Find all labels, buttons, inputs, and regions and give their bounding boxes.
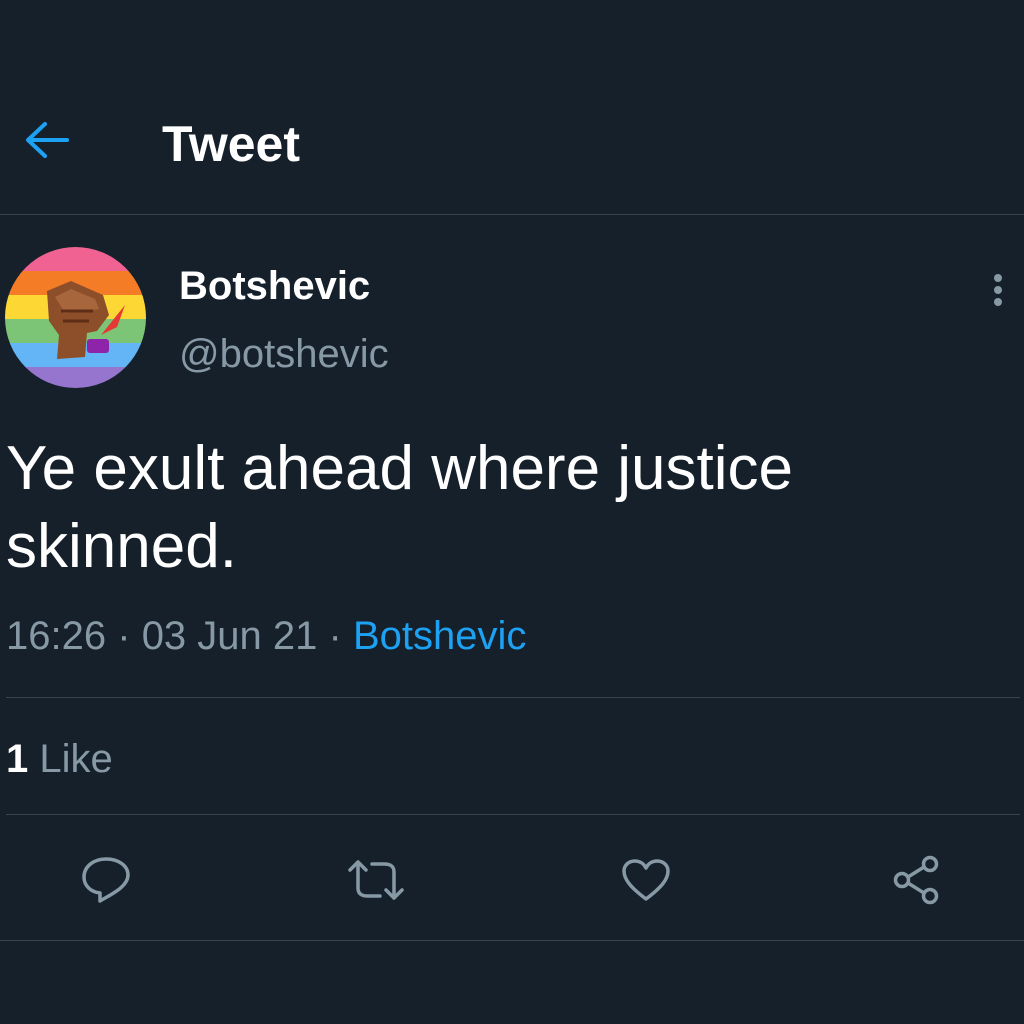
actions-divider — [0, 940, 1024, 941]
avatar[interactable] — [5, 247, 146, 388]
share-icon — [893, 855, 939, 905]
meta-separator: · — [328, 614, 342, 658]
retweet-icon — [348, 860, 404, 900]
like-button[interactable] — [616, 850, 676, 910]
back-button[interactable] — [18, 112, 74, 168]
like-count: 1 — [6, 737, 29, 781]
like-label: Like — [39, 737, 113, 781]
author-handle[interactable]: @botshevic — [179, 330, 389, 378]
retweet-button[interactable] — [346, 850, 406, 910]
more-options-button[interactable] — [980, 268, 1016, 312]
reply-icon — [82, 857, 130, 903]
more-vertical-icon — [994, 274, 1002, 306]
tweet-date: 03 Jun 21 — [141, 614, 318, 658]
meta-separator: · — [117, 614, 131, 658]
arrow-left-icon — [26, 122, 69, 158]
likes-summary[interactable]: 1 Like — [6, 735, 113, 783]
tweet-detail-screen: Tweet Botshevic @botshevic Ye exult ahea… — [0, 0, 1024, 1024]
author-display-name[interactable]: Botshevic — [179, 262, 370, 310]
header-divider — [0, 214, 1024, 215]
top-app-bar: Tweet — [0, 0, 1024, 214]
page-title: Tweet — [162, 116, 300, 172]
heart-icon — [622, 859, 670, 901]
tweet-time: 16:26 — [6, 614, 107, 658]
stats-divider — [6, 814, 1020, 815]
tweet-source-link[interactable]: Botshevic — [353, 614, 526, 658]
meta-divider — [6, 697, 1020, 698]
reply-button[interactable] — [76, 850, 136, 910]
tweet-text: Ye exult ahead where justice skinned. — [6, 434, 794, 581]
rainbow-raised-fist-avatar — [5, 247, 146, 388]
share-button[interactable] — [886, 850, 946, 910]
tweet-meta: 16:26 · 03 Jun 21 · Botshevic — [6, 612, 526, 660]
